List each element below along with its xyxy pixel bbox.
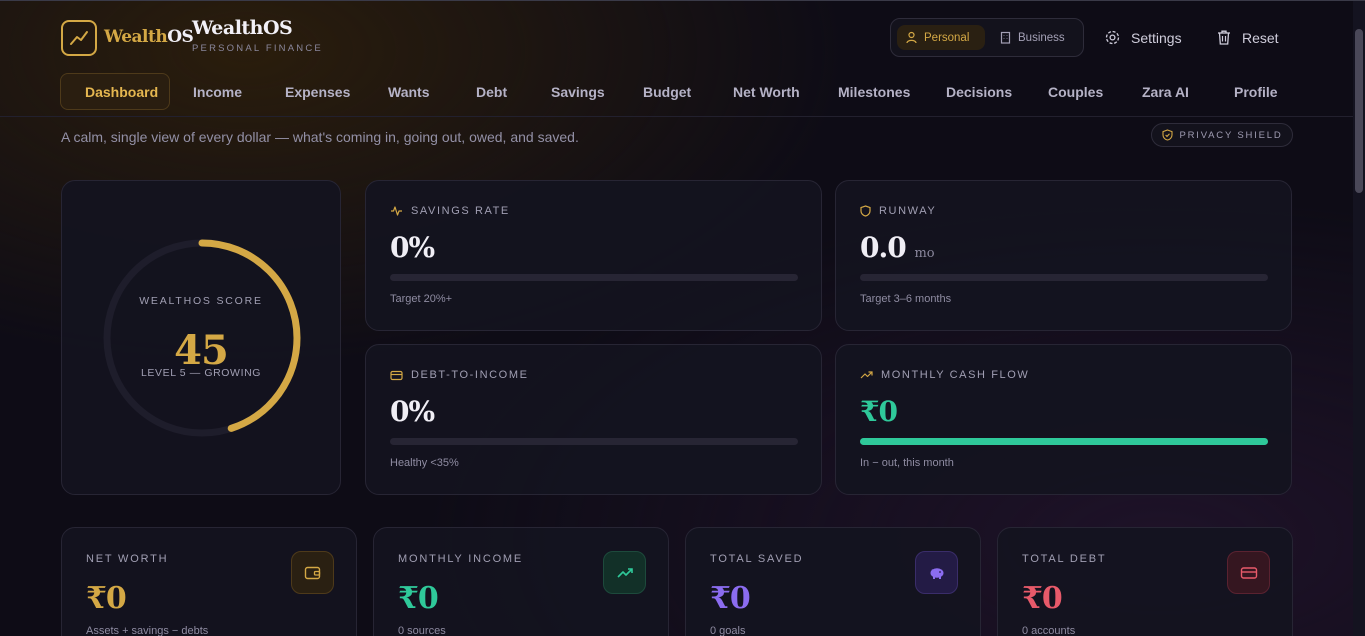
total-saved-card: TOTAL SAVED ₹0 0 goals	[685, 527, 981, 636]
nav-item-savings[interactable]: Savings	[551, 73, 605, 110]
nav-item-income[interactable]: Income	[193, 73, 242, 110]
settings-label: Settings	[1131, 29, 1182, 46]
runway-progress-bar	[860, 274, 1268, 281]
nav-item-couples[interactable]: Couples	[1048, 73, 1103, 110]
total-saved-sub: 0 goals	[710, 625, 746, 636]
logo-wordmark: WealthOS	[104, 27, 194, 47]
score-level: LEVEL 5 — GROWING	[140, 367, 262, 379]
runway-note: Target 3–6 months	[860, 293, 952, 305]
monthly-cash-flow-value: ₹0	[860, 395, 898, 428]
trending-up-icon	[603, 551, 646, 594]
total-debt-card: TOTAL DEBT ₹0 0 accounts	[997, 527, 1293, 636]
monthly-income-card: MONTHLY INCOME ₹0 0 sources	[373, 527, 669, 636]
mode-personal-button[interactable]: Personal	[897, 25, 985, 50]
monthly-cash-flow-note: In − out, this month	[860, 457, 954, 469]
savings-rate-note: Target 20%+	[390, 293, 453, 305]
savings-rate-card: SAVINGS RATE 0% Target 20%+	[365, 180, 822, 331]
runway-label: RUNWAY	[879, 205, 937, 217]
logo-icon[interactable]	[61, 20, 97, 56]
nav-item-expenses[interactable]: Expenses	[285, 73, 350, 110]
nav-item-profile[interactable]: Profile	[1234, 73, 1278, 110]
monthly-cash-flow-label: MONTHLY CASH FLOW	[881, 369, 1030, 381]
privacy-shield-label: PRIVACY SHIELD	[1179, 129, 1283, 141]
total-saved-value: ₹0	[710, 581, 751, 616]
page-scrollbar[interactable]	[1353, 1, 1365, 636]
brand-title: WealthOS	[192, 17, 293, 39]
main-nav: Dashboard Income Expenses Wants Debt Sav…	[60, 73, 1300, 110]
net-worth-label: NET WORTH	[86, 553, 169, 565]
monthly-income-label: MONTHLY INCOME	[398, 553, 524, 565]
mode-business-label: Business	[1018, 31, 1065, 44]
net-worth-value: ₹0	[86, 581, 127, 616]
scrollbar-thumb[interactable]	[1355, 29, 1363, 193]
nav-item-decisions[interactable]: Decisions	[946, 73, 1012, 110]
shield-check-icon	[1161, 129, 1173, 141]
net-worth-sub: Assets + savings − debts	[86, 625, 209, 636]
nav-item-debt[interactable]: Debt	[476, 73, 507, 110]
mode-personal-label: Personal	[924, 31, 970, 44]
reset-button[interactable]: Reset	[1216, 29, 1279, 46]
nav-item-dashboard[interactable]: Dashboard	[60, 73, 171, 110]
debt-to-income-progress-bar	[390, 438, 798, 445]
card-icon	[390, 370, 403, 380]
debt-to-income-label: DEBT-TO-INCOME	[411, 369, 529, 381]
mode-toggle: Personal Business	[890, 18, 1084, 57]
nav-item-zara-ai[interactable]: Zara AI	[1142, 73, 1189, 110]
runway-unit: mo	[914, 246, 935, 261]
runway-card: RUNWAY 0.0 mo Target 3–6 months	[835, 180, 1292, 331]
savings-rate-label: SAVINGS RATE	[411, 205, 510, 217]
reset-label: Reset	[1242, 29, 1279, 46]
total-debt-sub: 0 accounts	[1022, 625, 1076, 636]
net-worth-card: NET WORTH ₹0 Assets + savings − debts	[61, 527, 357, 636]
monthly-cash-flow-progress-bar	[860, 438, 1268, 445]
user-icon	[906, 31, 917, 44]
privacy-shield-badge[interactable]: PRIVACY SHIELD	[1151, 123, 1293, 147]
nav-item-wants[interactable]: Wants	[388, 73, 429, 110]
savings-rate-progress-bar	[390, 274, 798, 281]
wealthos-score-card: WEALTHOS SCORE 45 LEVEL 5 — GROWING	[61, 180, 341, 495]
building-icon	[1000, 31, 1011, 44]
debt-to-income-note: Healthy <35%	[390, 457, 459, 469]
wallet-icon	[291, 551, 334, 594]
nav-item-budget[interactable]: Budget	[643, 73, 691, 110]
runway-value-wrap: 0.0 mo	[860, 231, 935, 264]
piggy-bank-icon	[915, 551, 958, 594]
gear-icon	[1105, 30, 1120, 45]
nav-item-milestones[interactable]: Milestones	[838, 73, 910, 110]
page-tagline: A calm, single view of every dollar — wh…	[61, 129, 579, 145]
monthly-income-value: ₹0	[398, 581, 439, 616]
score-label: WEALTHOS SCORE	[139, 295, 263, 307]
shield-icon	[860, 205, 871, 217]
total-debt-value: ₹0	[1022, 581, 1063, 616]
savings-rate-value: 0%	[390, 231, 435, 264]
nav-item-net-worth[interactable]: Net Worth	[733, 73, 800, 110]
debt-to-income-card: DEBT-TO-INCOME 0% Healthy <35%	[365, 344, 822, 495]
brand-subtitle: PERSONAL FINANCE	[192, 43, 323, 54]
debt-to-income-value: 0%	[390, 395, 435, 428]
trending-up-icon	[860, 371, 873, 379]
monthly-income-sub: 0 sources	[398, 625, 446, 636]
mode-business-button[interactable]: Business	[991, 25, 1077, 50]
total-saved-label: TOTAL SAVED	[710, 553, 804, 565]
settings-button[interactable]: Settings	[1104, 29, 1182, 46]
app-header: WealthOS WealthOS PERSONAL FINANCE Perso…	[0, 1, 1353, 117]
total-debt-label: TOTAL DEBT	[1022, 553, 1107, 565]
runway-value: 0.0	[860, 231, 907, 264]
trash-icon	[1218, 30, 1230, 45]
monthly-cash-flow-card: MONTHLY CASH FLOW ₹0 In − out, this mont…	[835, 344, 1292, 495]
activity-icon	[391, 206, 402, 216]
card-icon	[1227, 551, 1270, 594]
